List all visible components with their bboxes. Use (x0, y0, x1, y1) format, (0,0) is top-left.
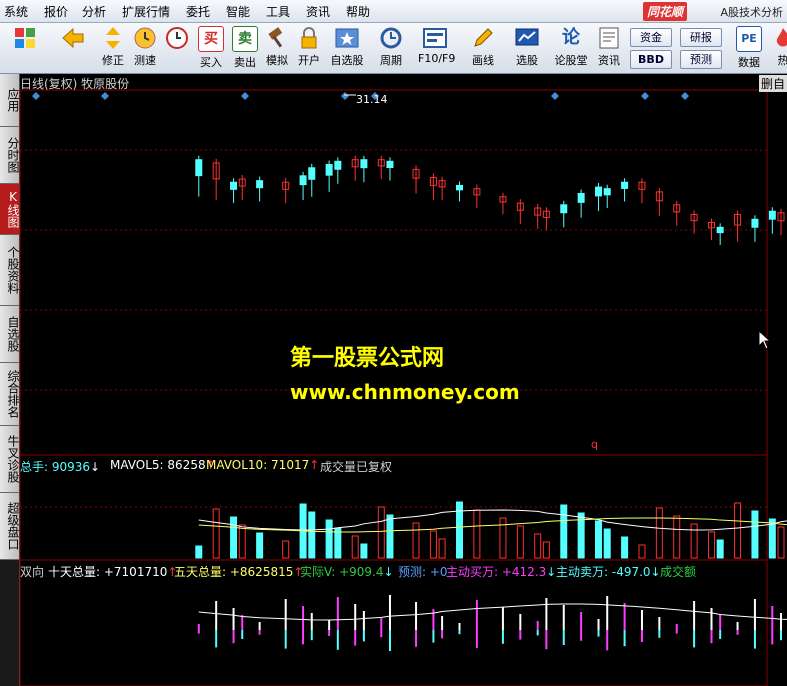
volume-bar (256, 532, 264, 559)
candle-body (751, 218, 759, 228)
volume-mavol10: MAVOL10: 71017↑ (206, 458, 320, 472)
chart-title: 日线(复权) 牧原股份 (20, 77, 130, 91)
candle-body (595, 186, 603, 197)
volume-bar (412, 522, 420, 559)
volume-bar (655, 507, 663, 559)
volume-bar (499, 517, 507, 559)
volume-note: 成交量已复权 (320, 460, 393, 474)
bottom-title: 双向 (20, 565, 45, 579)
volume-bar (734, 502, 742, 559)
candle-body (716, 226, 724, 234)
bottom-predict: 预测: +0 (398, 565, 448, 579)
volume-mavol5: MAVOL5: 86258↑ (110, 458, 216, 472)
volume-bar (195, 545, 203, 559)
candle-body (621, 181, 629, 189)
candle-body (334, 160, 342, 170)
signal-marker (641, 92, 649, 100)
volume-bar (212, 508, 220, 559)
volume-bar (542, 541, 550, 559)
candle-body (577, 193, 585, 203)
volume-bar (595, 520, 603, 559)
volume-bar (751, 510, 759, 559)
volume-bar (455, 501, 463, 559)
watermark-url: www.chnmoney.com (290, 380, 520, 404)
candle-body (230, 181, 238, 190)
volume-bar (325, 519, 333, 559)
mavol5-line (198, 509, 787, 531)
candle-body (299, 175, 307, 186)
signal-marker (32, 92, 40, 100)
signal-marker (341, 92, 349, 100)
volume-bar (603, 528, 611, 559)
bottom-buy: 主动买万: +412.3↓ (446, 565, 557, 579)
volume-bar (673, 515, 681, 559)
volume-bar (560, 504, 568, 559)
volume-bar (429, 530, 437, 559)
bottom-five-day: 五天总量: +8625815↑ (174, 565, 304, 579)
watermark-title: 第一股票公式网 (290, 346, 445, 371)
bottom-actual: 实际V: +909.4↓ (300, 565, 394, 579)
candle-body (386, 160, 394, 169)
candle-body (360, 159, 368, 169)
volume-bar (707, 531, 715, 559)
volume-bar (473, 509, 481, 559)
volume-bar (386, 514, 394, 559)
candle-body (308, 167, 316, 180)
signal-marker (241, 92, 249, 100)
candle-body (768, 210, 776, 220)
candle-body (195, 159, 203, 177)
signal-marker (681, 92, 689, 100)
bottom-deal: 成交额 (660, 565, 697, 579)
bottom-sell: 主动卖万: -497.0↓ (556, 565, 661, 579)
volume-bar (438, 538, 446, 559)
price-high-label: 31.14 (356, 93, 388, 106)
volume-bar (334, 527, 342, 559)
volume-bar (230, 516, 238, 559)
candle-body (455, 184, 463, 191)
volume-bar (777, 526, 785, 559)
volume-bar (360, 543, 368, 559)
signal-marker (551, 92, 559, 100)
volume-total: 总手: 90936↓ (20, 460, 101, 474)
volume-bar (716, 539, 724, 559)
candle-body (256, 180, 264, 189)
volume-bar (690, 523, 698, 559)
mouse-cursor-icon (758, 330, 772, 350)
volume-bar (621, 536, 629, 559)
delete-watchlist-button[interactable]: 删自 (758, 75, 787, 92)
volume-bar (308, 511, 316, 559)
candle-body (603, 188, 611, 196)
volume-bar (238, 524, 246, 559)
volume-bar (534, 533, 542, 559)
bottom-ten-day: 十天总量: +7101710↑ (48, 565, 178, 579)
candle-body (325, 164, 333, 176)
volume-bar (351, 535, 359, 559)
volume-bar (377, 506, 385, 559)
volume-bar (282, 540, 290, 559)
volume-bar (638, 544, 646, 559)
price-low-marker: q (591, 438, 598, 451)
signal-marker (101, 92, 109, 100)
volume-bar (516, 525, 524, 559)
indicator-line (198, 603, 787, 621)
candle-body (560, 204, 568, 214)
